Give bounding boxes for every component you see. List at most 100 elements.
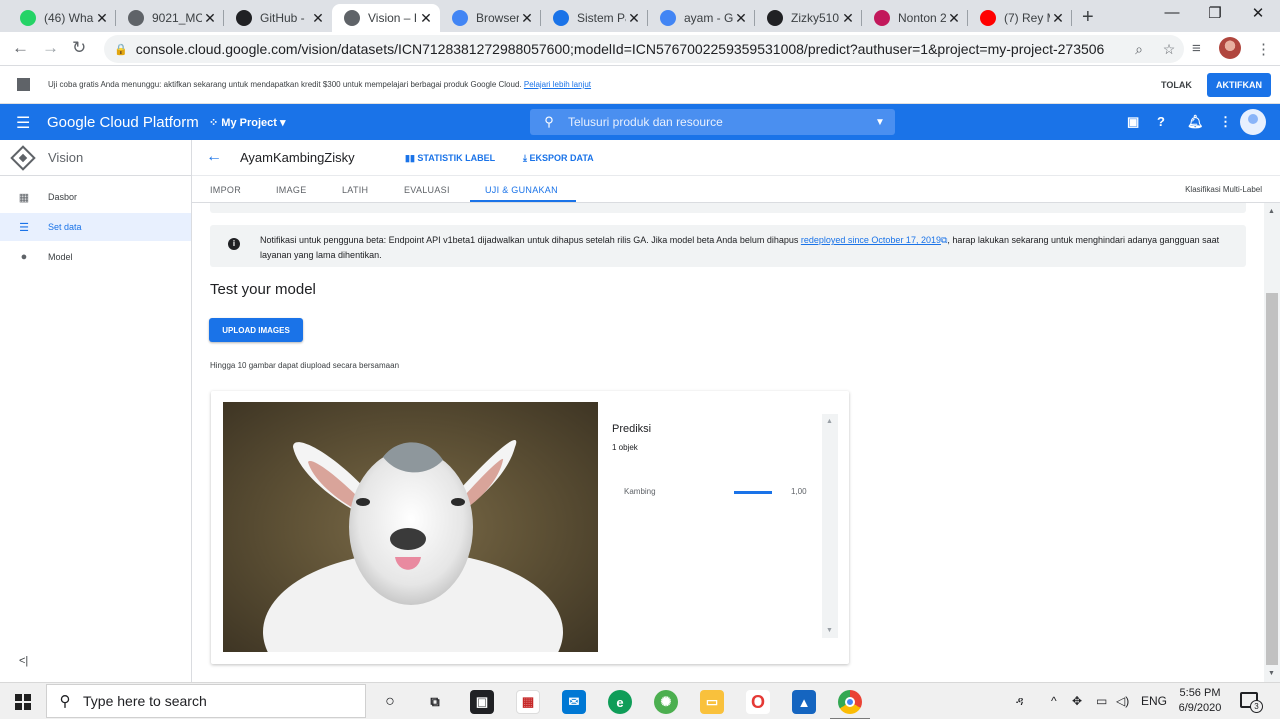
whatsapp-icon: [20, 10, 36, 26]
mail-icon[interactable]: ✉: [562, 690, 586, 714]
chevron-down-icon[interactable]: ▼: [865, 117, 895, 128]
taskbar-search[interactable]: ⚲ Type here to search: [46, 684, 366, 718]
close-tab-icon[interactable]: ✕: [1050, 10, 1066, 27]
bookmark-star-icon[interactable]: ☆: [1154, 41, 1184, 58]
sidebar-item-model[interactable]: ● Model: [0, 243, 191, 271]
hamburger-menu-icon[interactable]: ☰: [16, 113, 30, 133]
task-view-icon[interactable]: ⧉: [423, 690, 447, 714]
gift-app-icon[interactable]: ▦: [516, 690, 540, 714]
address-bar[interactable]: 🔒 console.cloud.google.com/vision/datase…: [104, 35, 1184, 63]
language-indicator[interactable]: ENG: [1141, 694, 1167, 708]
scroll-thumb[interactable]: [1266, 293, 1278, 665]
browser-tab-title: Sistem Pa: [577, 11, 626, 25]
dismiss-button[interactable]: TOLAK: [1155, 73, 1198, 97]
brand-title[interactable]: Google Cloud Platform: [47, 114, 199, 131]
back-arrow-icon[interactable]: ←: [206, 148, 222, 166]
tab-uji-gunakan[interactable]: UJI & GUNAKAN: [485, 185, 558, 195]
scroll-down-icon[interactable]: ▼: [1268, 670, 1275, 677]
account-avatar[interactable]: [1240, 109, 1266, 135]
tab-impor[interactable]: IMPOR: [210, 185, 241, 195]
export-data-button[interactable]: ⤓ EKSPOR DATA: [523, 153, 594, 164]
close-window-icon[interactable]: ✕: [1235, 4, 1280, 22]
browser-tab[interactable]: Nonton 2 ✕: [862, 4, 968, 32]
app-icon[interactable]: ✺: [654, 690, 678, 714]
project-selector[interactable]: ⁘ My Project ▾: [209, 116, 286, 129]
notice-text: Notifikasi untuk pengguna beta: Endpoint…: [260, 235, 1220, 260]
activate-button[interactable]: AKTIFKAN: [1207, 73, 1271, 97]
opera-icon[interactable]: O: [746, 690, 770, 714]
search-input[interactable]: Telusuri produk dan resource: [568, 115, 865, 129]
scroll-down-icon[interactable]: ▼: [826, 627, 833, 634]
collapse-sidebar-icon[interactable]: <|: [19, 655, 28, 667]
store-icon[interactable]: ▣: [470, 690, 494, 714]
chevron-up-icon[interactable]: ^: [1051, 694, 1057, 708]
close-tab-icon[interactable]: ✕: [418, 10, 434, 27]
upload-images-button[interactable]: UPLOAD IMAGES: [209, 318, 303, 342]
sidebar-item-set-data[interactable]: ☰ Set data: [0, 213, 191, 241]
clock[interactable]: 5:56 PM 6/9/2020: [1172, 686, 1228, 716]
cloud-shell-icon[interactable]: ▣: [1127, 114, 1139, 130]
taskbar-search-input[interactable]: Type here to search: [83, 693, 207, 709]
redeployed-link[interactable]: redeployed since October 17, 2019: [801, 235, 941, 245]
browser-tab[interactable]: (46) Wha ✕: [8, 4, 116, 32]
browser-tab-title: ayam - G: [684, 11, 733, 25]
close-tab-icon[interactable]: ✕: [626, 10, 642, 27]
browser-tab[interactable]: Zizky510 ✕: [755, 4, 862, 32]
page-scrollbar[interactable]: ▲ ▼: [1264, 203, 1280, 682]
label-stats-button[interactable]: ▮▮ STATISTIK LABEL: [405, 153, 495, 164]
back-icon[interactable]: ←: [12, 38, 29, 58]
people-icon[interactable]: ዳ: [1016, 694, 1024, 709]
browser-tab[interactable]: Sistem Pa✕: [541, 4, 648, 32]
notifications-bell-icon[interactable]: 🔔︎: [1187, 114, 1204, 130]
close-tab-icon[interactable]: ✕: [94, 10, 110, 27]
search-icon: ⚲: [59, 693, 71, 710]
media-control-icon[interactable]: ≡: [1192, 40, 1201, 57]
sidebar-item-dasbor[interactable]: ▦ Dasbor: [0, 183, 191, 211]
scroll-up-icon[interactable]: ▲: [826, 418, 833, 425]
tab-evaluasi[interactable]: EVALUASI: [404, 185, 450, 195]
browser-menu-icon[interactable]: ⋮: [1256, 40, 1271, 58]
windows-start-icon[interactable]: [15, 694, 31, 710]
minimize-icon[interactable]: —: [1149, 4, 1195, 21]
prediction-score: 1,00: [791, 487, 807, 496]
close-tab-icon[interactable]: ✕: [733, 10, 749, 27]
close-tab-icon[interactable]: ✕: [840, 10, 856, 27]
photos-icon[interactable]: ▲: [792, 690, 816, 714]
file-explorer-icon[interactable]: ▭: [700, 690, 724, 714]
reload-icon[interactable]: ↻: [72, 38, 86, 58]
browser-tab[interactable]: Vision – I ✕: [332, 4, 440, 32]
left-navigation: Vision ▦ Dasbor ☰ Set data ● Model <|: [0, 140, 192, 682]
search-bar[interactable]: ⚲ Telusuri produk dan resource ▼: [530, 109, 895, 135]
battery-icon[interactable]: ▭: [1096, 694, 1107, 708]
close-tab-icon[interactable]: ✕: [946, 10, 962, 27]
help-icon[interactable]: ?: [1157, 114, 1165, 129]
close-tab-icon[interactable]: ✕: [310, 10, 326, 27]
browser-tab[interactable]: Browser ✕: [440, 4, 541, 32]
volume-icon[interactable]: ◁): [1116, 694, 1129, 708]
browser-tab[interactable]: 9021_MC ✕: [116, 4, 224, 32]
close-tab-icon[interactable]: ✕: [519, 10, 535, 27]
prediction-scrollbar[interactable]: ▲ ▼: [822, 414, 838, 638]
tab-image[interactable]: IMAGE: [276, 185, 307, 195]
classroom-icon: [553, 10, 569, 26]
edge-icon[interactable]: e: [608, 690, 632, 714]
action-center-icon[interactable]: 3: [1240, 692, 1263, 713]
forward-icon[interactable]: →: [42, 38, 59, 58]
trial-message: Uji coba gratis Anda menunggu: aktifkan …: [48, 80, 592, 89]
browser-tab[interactable]: (7) Rey M✕: [968, 4, 1072, 32]
learn-more-link[interactable]: Pelajari lebih lanjut: [524, 80, 591, 89]
cortana-icon[interactable]: ○: [378, 690, 402, 714]
profile-avatar[interactable]: [1219, 37, 1241, 59]
browser-tab[interactable]: GitHub - ✕: [224, 4, 332, 32]
product-header: Vision: [0, 140, 191, 176]
close-tab-icon[interactable]: ✕: [202, 10, 218, 27]
restore-icon[interactable]: ❐: [1192, 4, 1238, 22]
tab-latih[interactable]: LATIH: [342, 185, 368, 195]
dropbox-icon[interactable]: ✥: [1072, 694, 1082, 708]
browser-tab[interactable]: ayam - G ✕: [648, 4, 755, 32]
chrome-icon[interactable]: [830, 690, 870, 719]
zoom-icon[interactable]: ⌕: [1124, 41, 1154, 58]
more-options-icon[interactable]: ⋮: [1219, 114, 1232, 130]
new-tab-button[interactable]: +: [1082, 6, 1094, 29]
scroll-up-icon[interactable]: ▲: [1268, 208, 1275, 215]
